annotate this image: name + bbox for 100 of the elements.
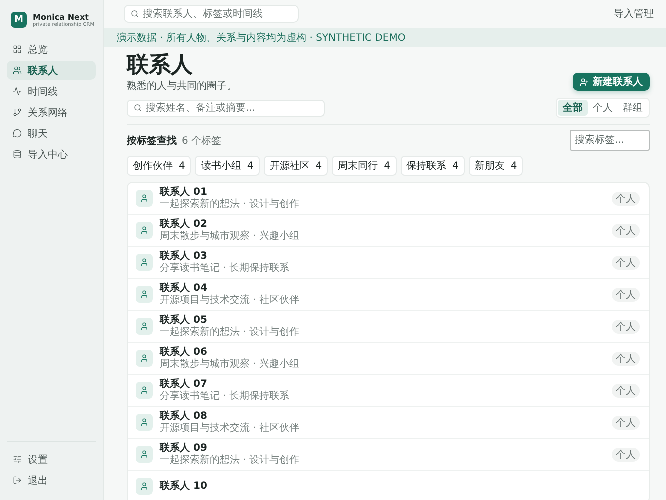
type-badge: 个人 — [612, 256, 640, 270]
logout-icon — [13, 476, 22, 485]
contact-note: 一起探索新的想法 · 设计与创作 — [160, 198, 301, 210]
add-person-icon — [580, 78, 589, 86]
page-subtitle: 熟悉的人与共同的圈子。 — [127, 80, 237, 93]
nav-label: 时间线 — [28, 86, 58, 98]
tag-count: 4 — [179, 160, 186, 172]
nav-label: 关系网络 — [28, 106, 68, 120]
contact-name: 联系人 04 — [160, 282, 208, 294]
demo-banner: 演示数据 · 所有人物、关系与内容均为虚构 · SYNTHETIC DEMO — [104, 28, 666, 47]
search-icon — [134, 104, 142, 112]
contact-row[interactable]: 联系人 03 分享读书笔记 · 长期保持联系 个人 — [128, 247, 649, 279]
type-badge: 个人 — [612, 448, 640, 462]
contact-row[interactable]: 联系人 01 一起探索新的想法 · 设计与创作 个人 — [128, 183, 649, 215]
tag-chip[interactable]: 周末同行 4 — [332, 156, 396, 176]
tag-chip[interactable]: 读书小组 4 — [195, 156, 260, 176]
contact-row[interactable]: 联系人 09 一起探索新的想法 · 设计与创作 个人 — [128, 439, 649, 471]
tag-search-field[interactable]: 搜索标签... — [570, 130, 650, 151]
tag-count: 6 个标签 — [182, 134, 222, 148]
tag-label: 保持联系 — [406, 160, 446, 173]
avatar-icon — [136, 286, 153, 303]
avatar-icon — [136, 318, 153, 335]
tag-label: 创作伙伴 — [133, 160, 173, 173]
brand-name: Monica Next — [33, 12, 90, 22]
contact-note: 开源项目与技术交流 · 社区伙伴 — [160, 294, 301, 306]
contact-row[interactable]: 联系人 08 开源项目与技术交流 · 社区伙伴 个人 — [128, 407, 649, 439]
nav-label: 导入中心 — [28, 148, 68, 162]
chat-icon — [13, 129, 22, 138]
search-placeholder: 搜索姓名、备注或摘要... — [146, 102, 256, 115]
filter-tab[interactable]: 个人 — [588, 100, 618, 116]
contact-note: 分享读书笔记 · 长期保持联系 — [160, 390, 291, 402]
filter-tab[interactable]: 群组 — [618, 100, 648, 116]
type-badge: 个人 — [612, 352, 640, 366]
tag-label: 新朋友 — [474, 160, 505, 173]
nav-item[interactable]: 联系人 — [7, 61, 96, 80]
nav-item[interactable]: 时间线 — [7, 82, 96, 101]
contact-name: 联系人 09 — [160, 442, 208, 454]
tag-count: 4 — [452, 160, 459, 172]
contact-row[interactable]: 联系人 05 一起探索新的想法 · 设计与创作 个人 — [128, 311, 649, 343]
tag-chip[interactable]: 保持联系 4 — [400, 156, 465, 176]
nav-label: 聊天 — [28, 128, 48, 140]
sliders-icon — [13, 455, 22, 464]
contact-row[interactable]: 联系人 02 周末散步与城市观察 · 兴趣小组 个人 — [128, 215, 649, 247]
branch-icon — [13, 108, 22, 117]
filter-tab[interactable]: 全部 — [558, 100, 588, 116]
contact-row[interactable]: 联系人 07 分享读书笔记 · 长期保持联系 个人 — [128, 375, 649, 407]
nav-label: 总览 — [28, 44, 48, 56]
grid-icon — [13, 45, 22, 54]
contact-name: 联系人 02 — [160, 218, 208, 230]
search-icon — [131, 10, 139, 18]
type-badge: 个人 — [612, 288, 640, 302]
tag-chip[interactable]: 新朋友 4 — [468, 156, 524, 176]
tag-label: 开源社区 — [270, 160, 310, 173]
contact-row[interactable]: 联系人 06 周末散步与城市观察 · 兴趣小组 个人 — [128, 343, 649, 375]
type-badge: 个人 — [612, 224, 640, 238]
pulse-icon — [13, 87, 22, 96]
nav-label: 联系人 — [28, 64, 58, 78]
import-link[interactable]: 导入管理 — [614, 7, 654, 21]
nav-item[interactable]: 总览 — [7, 40, 96, 59]
search-field[interactable]: 搜索联系人、标签或时间线 — [124, 5, 299, 23]
type-badge: 个人 — [612, 320, 640, 334]
nav-label: 退出 — [28, 474, 48, 488]
nav-item[interactable]: 导入中心 — [7, 145, 96, 164]
tag-count: 4 — [384, 160, 390, 172]
contact-note: 开源项目与技术交流 · 社区伙伴 — [160, 422, 301, 434]
tag-label: 周末同行 — [338, 160, 378, 173]
contact-note: 周末散步与城市观察 · 兴趣小组 — [160, 358, 301, 370]
type-badge: 个人 — [612, 384, 640, 398]
type-badge: 个人 — [612, 192, 640, 206]
contact-note: 一起探索新的想法 · 设计与创作 — [160, 454, 301, 466]
contact-row[interactable]: 联系人 04 开源项目与技术交流 · 社区伙伴 个人 — [128, 279, 649, 311]
avatar-icon — [136, 190, 153, 207]
nav-label: 设置 — [28, 454, 48, 466]
tag-count: 4 — [510, 160, 518, 172]
avatar-icon — [136, 478, 153, 495]
tag-label: 读书小组 — [201, 160, 242, 173]
contact-note: 分享读书笔记 · 长期保持联系 — [160, 262, 291, 274]
contact-note: 一起探索新的想法 · 设计与创作 — [160, 326, 301, 338]
avatar-icon — [136, 350, 153, 367]
contact-name: 联系人 06 — [160, 346, 208, 358]
tag-chip[interactable]: 开源社区 4 — [264, 156, 328, 176]
database-icon — [13, 150, 22, 159]
avatar-icon — [136, 254, 153, 271]
tag-chip[interactable]: 创作伙伴 4 — [127, 156, 192, 176]
contact-name: 联系人 10 — [160, 480, 208, 492]
page-title: 联系人 — [127, 53, 194, 79]
nav-item[interactable]: 退出 — [7, 471, 96, 490]
nav-item[interactable]: 设置 — [7, 450, 96, 469]
contact-row[interactable]: 联系人 10 — [128, 471, 649, 500]
contact-name: 联系人 03 — [160, 250, 208, 262]
avatar-icon — [136, 414, 153, 431]
new-contact-button[interactable]: 新建联系人 — [573, 73, 650, 91]
nav-item[interactable]: 聊天 — [7, 124, 96, 143]
contact-name: 联系人 01 — [160, 186, 208, 198]
avatar-icon — [136, 382, 153, 399]
contact-search-field[interactable]: 搜索姓名、备注或摘要... — [127, 100, 325, 116]
contact-note: 周末散步与城市观察 · 兴趣小组 — [160, 230, 301, 242]
nav-item[interactable]: 关系网络 — [7, 103, 96, 122]
logo: M — [11, 12, 27, 28]
tag-count: 4 — [316, 160, 322, 172]
